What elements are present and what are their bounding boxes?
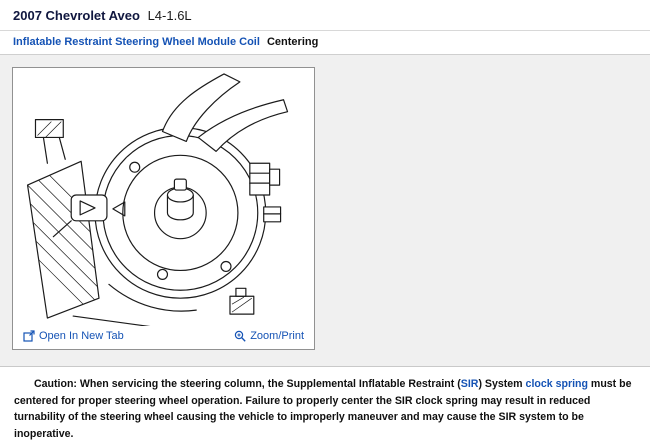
content-area: Open In New Tab Zoom/Print [0, 55, 650, 366]
connector-bottom-tab [236, 288, 246, 296]
vehicle-title: 2007 Chevrolet Aveo [13, 8, 140, 23]
screw-head [130, 162, 140, 172]
upper-bracket [35, 120, 63, 138]
sir-link[interactable]: SIR [461, 378, 479, 390]
screw-head [158, 269, 168, 279]
housing-edge [73, 316, 160, 326]
engine-spec: L4-1.6L [148, 8, 192, 23]
hub-tab [174, 179, 186, 190]
clock-spring-link[interactable]: clock spring [526, 378, 588, 390]
coil-wire-lead [198, 100, 287, 152]
caution-paragraph: Caution: When servicing the steering col… [0, 367, 650, 448]
caution-text: When servicing the steering column, the … [77, 378, 461, 390]
magnifier-icon [234, 330, 246, 342]
alignment-plate [71, 195, 107, 221]
open-in-new-tab-label: Open In New Tab [39, 330, 124, 342]
column-housing [28, 161, 99, 318]
connector-upper [250, 163, 270, 195]
diagram-frame: Open In New Tab Zoom/Print [12, 67, 315, 350]
caution-text: ) System [478, 378, 525, 390]
page: 2007 Chevrolet Aveo L4-1.6L Inflatable R… [0, 0, 650, 448]
zoom-print-link[interactable]: Zoom/Print [234, 330, 304, 342]
caution-label: Caution: [34, 378, 77, 390]
connector-upper-tab [270, 169, 280, 185]
module-coil-link[interactable]: Inflatable Restraint Steering Wheel Modu… [13, 36, 260, 48]
clockspring-line-art [13, 68, 312, 326]
zoom-print-label: Zoom/Print [250, 330, 304, 342]
clockspring-diagram [13, 68, 312, 326]
screw-head [221, 262, 231, 272]
breadcrumb: Inflatable Restraint Steering Wheel Modu… [0, 31, 650, 55]
figure-actions: Open In New Tab Zoom/Print [13, 326, 314, 349]
caution-note: Caution: When servicing the steering col… [0, 366, 650, 448]
breadcrumb-current: Centering [267, 36, 318, 48]
open-in-new-tab-link[interactable]: Open In New Tab [23, 330, 124, 342]
open-in-new-tab-icon [23, 330, 35, 342]
vehicle-header: 2007 Chevrolet Aveo L4-1.6L [0, 0, 650, 31]
